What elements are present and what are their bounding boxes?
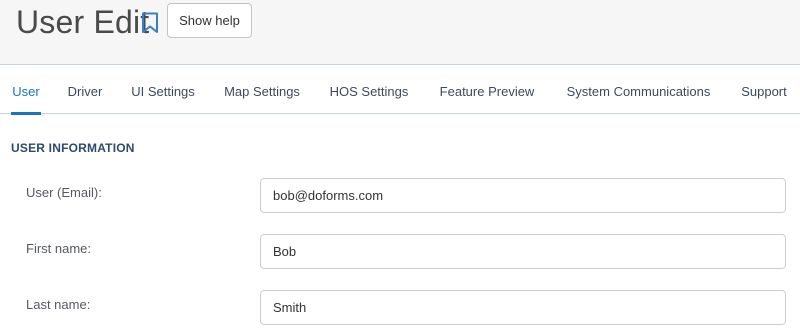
- tab-map-settings[interactable]: Map Settings: [222, 65, 302, 114]
- page-title: User Edit: [16, 4, 150, 40]
- first-name-field[interactable]: [260, 234, 786, 269]
- email-field[interactable]: [260, 178, 786, 213]
- tab-ui-settings[interactable]: UI Settings: [129, 65, 197, 114]
- tab-support[interactable]: Support: [739, 65, 789, 114]
- tab-hos-settings[interactable]: HOS Settings: [327, 65, 411, 114]
- bookmark-icon[interactable]: [140, 12, 160, 34]
- first-name-label: First name:: [26, 241, 92, 256]
- tab-feature-preview[interactable]: Feature Preview: [436, 65, 538, 114]
- show-help-button[interactable]: Show help: [167, 3, 252, 38]
- tab-bar: User Driver UI Settings Map Settings HOS…: [0, 64, 800, 115]
- page-header: User Edit Show help: [0, 0, 800, 64]
- last-name-label: Last name:: [26, 297, 91, 312]
- last-name-field[interactable]: [260, 290, 786, 325]
- tab-driver[interactable]: Driver: [66, 65, 104, 114]
- tab-user[interactable]: User: [11, 65, 41, 115]
- email-label: User (Email):: [26, 185, 102, 200]
- tab-system-communications[interactable]: System Communications: [562, 65, 715, 114]
- section-title: USER INFORMATION: [11, 141, 135, 155]
